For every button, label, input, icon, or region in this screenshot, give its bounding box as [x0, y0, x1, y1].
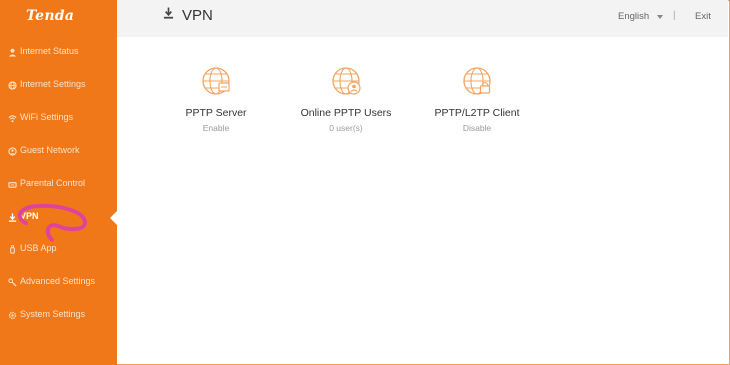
vpn-icon [7, 212, 17, 222]
page-title: VPN [182, 6, 213, 24]
exit-link[interactable]: Exit [695, 11, 711, 22]
sidebar-item-internet-settings[interactable]: Internet Settings [0, 76, 117, 96]
card-title: Online PPTP Users [300, 107, 392, 119]
active-item-pointer [110, 211, 117, 225]
sidebar-item-advanced-settings[interactable]: Advanced Settings [0, 273, 117, 293]
tools-icon [7, 277, 17, 287]
header-divider: | [673, 10, 676, 21]
globe-user-icon [331, 66, 361, 96]
globe-server-icon [201, 66, 231, 96]
sidebar-item-label: Parental Control [20, 178, 86, 188]
card-status: Enable [202, 123, 230, 133]
sidebar-item-label: System Settings [20, 309, 86, 319]
online-pptp-users-card[interactable]: Online PPTP Users 0 user(s) [291, 66, 401, 136]
guest-icon [7, 146, 17, 156]
sidebar-item-label: WiFi Settings [20, 112, 74, 122]
sidebar-item-wifi-settings[interactable]: WiFi Settings [0, 109, 117, 129]
card-title: PPTP Server [185, 107, 247, 119]
chevron-down-icon [657, 14, 664, 19]
card-status: 0 user(s) [329, 123, 363, 133]
card-status: Disable [462, 123, 492, 133]
pptp-server-card[interactable]: PPTP Server Enable [161, 66, 271, 136]
globe-icon [7, 80, 17, 90]
sidebar-item-label: Advanced Settings [20, 276, 96, 286]
wifi-icon [7, 113, 17, 123]
sidebar-item-label: USB App [20, 243, 57, 253]
person-icon [7, 47, 17, 57]
page-header: VPN [163, 6, 213, 24]
sidebar-item-internet-status[interactable]: Internet Status [0, 43, 117, 63]
sidebar: Tenda Internet Status Internet Settings … [0, 0, 117, 365]
globe-lock-icon [462, 66, 492, 96]
gear-icon [7, 310, 17, 320]
parental-icon [7, 179, 17, 189]
sidebar-item-label: Internet Settings [20, 79, 86, 89]
card-title: PPTP/L2TP Client [434, 107, 520, 119]
language-label: English [618, 11, 650, 22]
sidebar-item-system-settings[interactable]: System Settings [0, 306, 117, 326]
sidebar-item-parental-control[interactable]: Parental Control [0, 175, 117, 195]
sidebar-item-guest-network[interactable]: Guest Network [0, 142, 117, 162]
usb-icon [7, 244, 17, 254]
sidebar-item-usb-app[interactable]: USB App [0, 240, 117, 260]
sidebar-item-vpn[interactable]: VPN [0, 208, 117, 228]
sidebar-item-label: Guest Network [20, 145, 80, 155]
sidebar-item-label: Internet Status [20, 46, 79, 56]
tenda-logo: Tenda [26, 8, 75, 24]
sidebar-item-label: VPN [20, 211, 39, 221]
language-select[interactable]: English [618, 11, 664, 22]
vpn-icon [163, 6, 174, 24]
pptp-l2tp-client-card[interactable]: PPTP/L2TP Client Disable [422, 66, 532, 136]
